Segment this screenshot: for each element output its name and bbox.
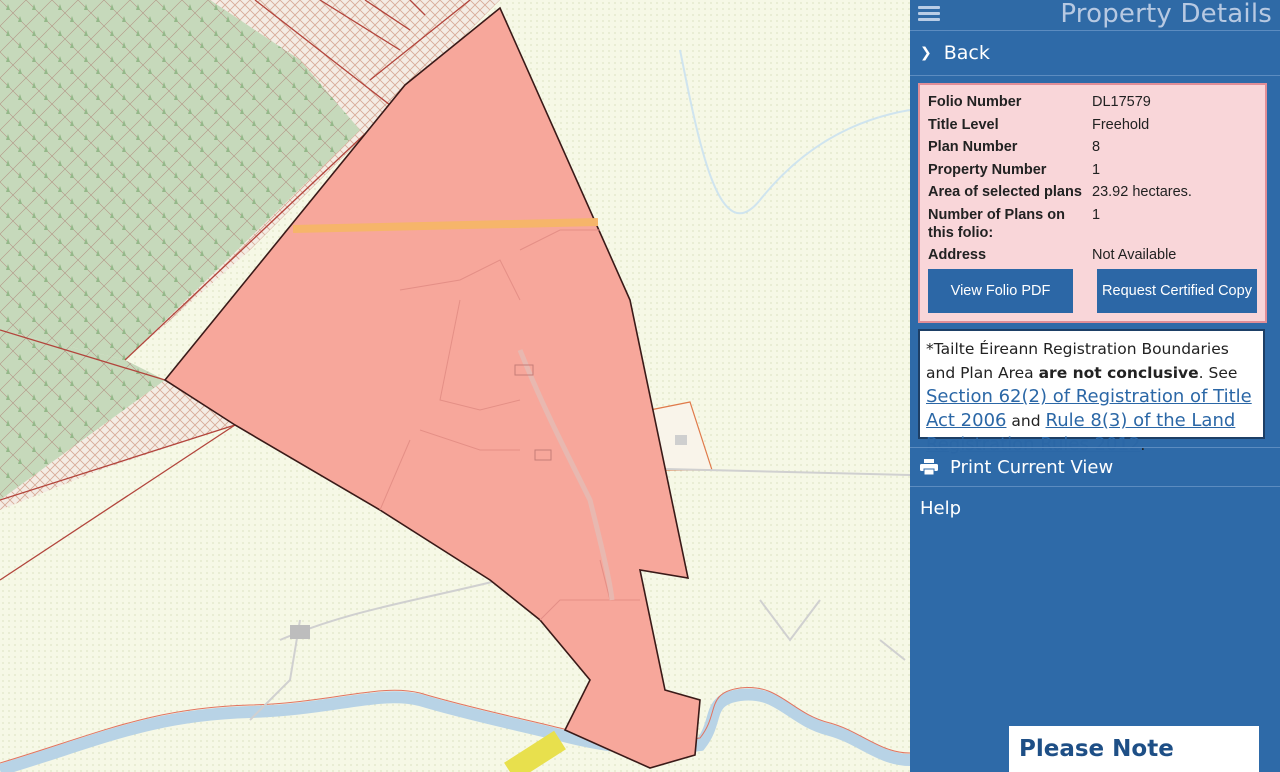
building [675, 435, 687, 445]
map-view[interactable] [0, 0, 910, 772]
disclaimer-note: *Tailte Éireann Registration Boundaries … [918, 329, 1265, 455]
print-label: Print Current View [950, 456, 1114, 478]
view-folio-pdf-button[interactable]: View Folio PDF [928, 268, 1073, 313]
request-certified-copy-button[interactable]: Request Certified Copy [1097, 268, 1257, 313]
chevron-right-icon: ❯ [920, 45, 932, 61]
panel-title: Property Details [1060, 0, 1272, 29]
detail-row-title-level: Title Level Freehold [928, 116, 1150, 133]
detail-row-folio-number: Folio Number DL17579 [928, 94, 1151, 110]
detail-row-number-of-plans: Number of Plans on this folio: 1 [928, 206, 1101, 241]
back-button[interactable]: ❯ Back [910, 30, 1280, 76]
property-details-box: Folio Number DL17579 Title Level Freehol… [918, 83, 1267, 323]
panel-header: Property Details [910, 0, 1280, 30]
building [290, 625, 310, 639]
detail-row-address: Address Not Available [928, 247, 1177, 263]
print-current-view-button[interactable]: Print Current View [910, 447, 1280, 487]
property-details-panel: Property Details ❯ Back Folio Number DL1… [910, 0, 1280, 772]
map-canvas[interactable] [0, 0, 910, 772]
detail-row-area: Area of selected plans 23.92 hectares. [928, 184, 1192, 200]
detail-row-property-number: Property Number 1 [928, 161, 1101, 178]
please-note-box: Please Note [1009, 726, 1259, 772]
detail-row-plan-number: Plan Number 8 [928, 139, 1101, 155]
hamburger-menu-icon[interactable] [918, 3, 940, 23]
details-button-row: View Folio PDF Request Certified Copy [928, 268, 1257, 313]
printer-icon [920, 459, 938, 475]
help-label: Help [920, 497, 962, 519]
back-label: Back [943, 42, 990, 64]
help-button[interactable]: Help [910, 488, 1280, 528]
please-note-heading: Please Note [1019, 736, 1174, 762]
